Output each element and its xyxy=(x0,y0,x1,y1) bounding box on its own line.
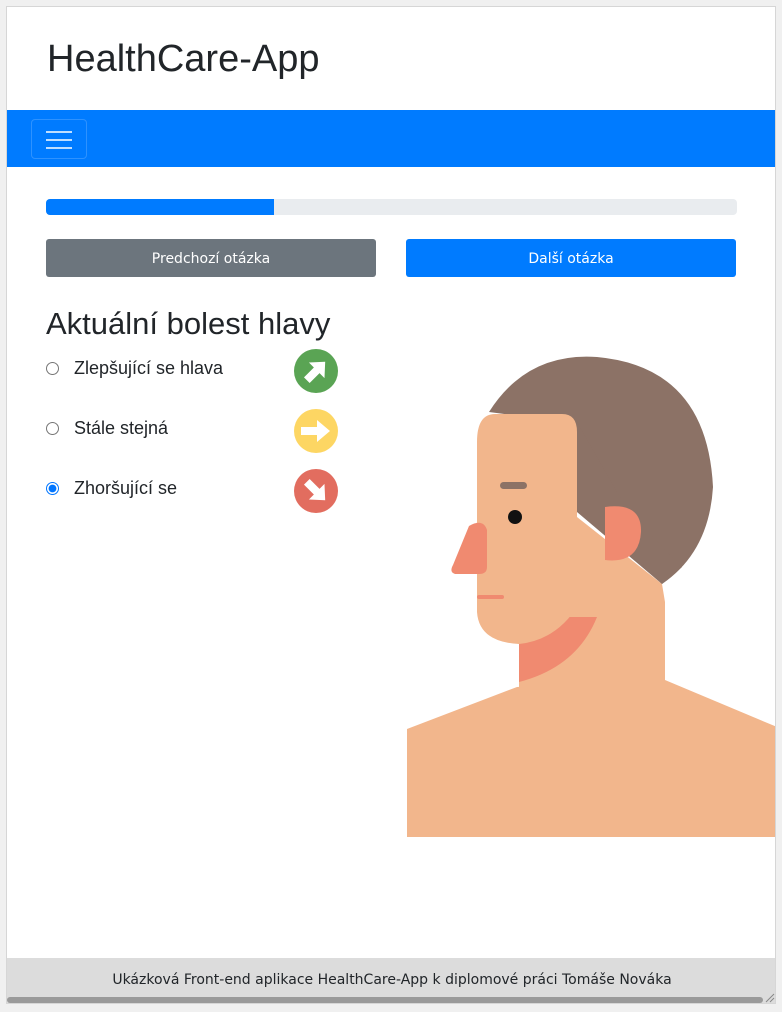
option-same[interactable]: Stále stejná xyxy=(46,409,346,468)
option-label: Zhoršující se xyxy=(74,478,178,498)
option-same-radio[interactable] xyxy=(46,422,59,435)
option-label: Zlepšující se hlava xyxy=(74,358,224,378)
option-worsening-radio[interactable] xyxy=(46,482,59,495)
question-title: Aktuální bolest hlavy xyxy=(46,306,331,341)
footer: Ukázková Front-end aplikace HealthCare-A… xyxy=(7,958,775,1003)
resize-grip-icon[interactable] xyxy=(763,991,775,1003)
arrow-down-right-icon xyxy=(294,469,338,513)
option-worsening[interactable]: Zhoršující se xyxy=(46,469,346,528)
arrow-right-icon xyxy=(294,409,338,453)
arrow-up-right-icon xyxy=(294,349,338,393)
next-question-button[interactable]: Další otázka xyxy=(406,239,736,277)
option-label: Stále stejná xyxy=(74,418,169,438)
progress-bar xyxy=(46,199,737,215)
app-frame: HealthCare-App Predchozí otázka Další ot… xyxy=(6,6,776,1004)
footer-text: Ukázková Front-end aplikace HealthCare-A… xyxy=(112,972,672,988)
navbar-toggler-button[interactable] xyxy=(31,119,87,159)
horizontal-scrollbar[interactable] xyxy=(7,997,763,1003)
head-profile-illustration xyxy=(407,356,775,837)
hamburger-icon xyxy=(46,131,72,133)
option-improving-radio[interactable] xyxy=(46,362,59,375)
previous-question-button[interactable]: Predchozí otázka xyxy=(46,239,376,277)
app-title: HealthCare-App xyxy=(47,38,320,80)
progress-fill xyxy=(46,199,275,215)
navbar xyxy=(7,110,775,167)
option-improving[interactable]: Zlepšující se hlava xyxy=(46,349,346,408)
